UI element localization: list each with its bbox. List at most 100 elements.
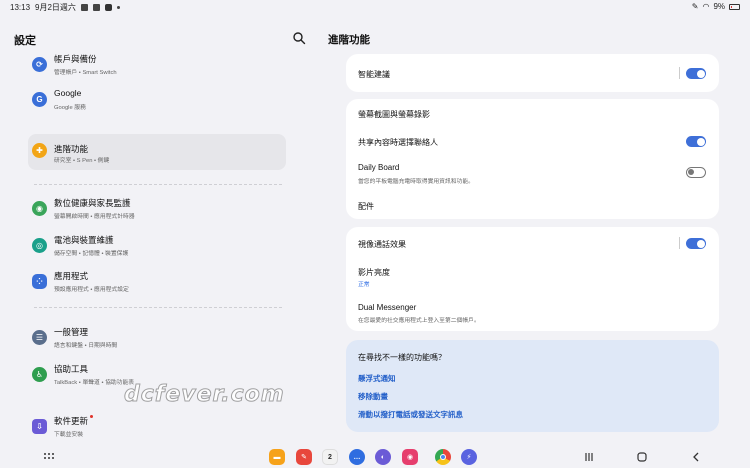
- sidebar-item-subtitle: 螢幕開啟時間 • 應用程式計時器: [54, 214, 135, 220]
- row-subtitle: 在您最愛的社交應用程式上登入至第二個帳戶。: [358, 318, 480, 324]
- plus-gear-icon: ✚: [32, 143, 47, 158]
- smart-suggestions-row[interactable]: 智能建議: [358, 54, 707, 92]
- video-call-effects-toggle[interactable]: [686, 238, 706, 249]
- camera-icon[interactable]: ◉: [402, 449, 418, 465]
- sidebar-item-apps[interactable]: ⁘ 應用程式 預設應用程式 • 應用程式設定: [28, 265, 286, 301]
- status-bar: 13:13 9月2日週六 ✎ ◠ 9%: [0, 0, 750, 14]
- row-title: 影片亮度: [358, 268, 390, 277]
- accessories-row[interactable]: 配件: [358, 193, 707, 217]
- sidebar-item-subtitle: 儲存空間 • 記憶體 • 裝置保護: [54, 251, 129, 257]
- settings-card: 視像通話效果 影片亮度 正常 Dual Messenger 在您最愛的社交應用程…: [346, 227, 719, 331]
- stylus-icon: ✎: [691, 2, 699, 11]
- suggestion-heading: 在尋找不一樣的功能嗎？: [358, 353, 446, 362]
- notes-icon[interactable]: ✎: [296, 449, 312, 465]
- suggestion-link-row[interactable]: 移除動畫: [358, 388, 707, 404]
- remove-animations-link[interactable]: 移除動畫: [358, 391, 388, 402]
- sidebar-item-title: 電池與裝置維護: [54, 235, 114, 245]
- suggestion-link-row[interactable]: 滑動以撥打電話或發送文字訊息: [358, 406, 707, 422]
- general-management-icon: ☰: [32, 330, 47, 345]
- sidebar-item-subtitle: 研究室 • S Pen • 側鍵: [54, 158, 110, 164]
- google-icon: G: [32, 92, 47, 107]
- row-title: 視像通話效果: [358, 240, 406, 249]
- sidebar-item-subtitle: 下載並安裝: [54, 432, 83, 438]
- home-icon[interactable]: [635, 450, 649, 464]
- sidebar-item-google[interactable]: G Google Google 服務: [28, 83, 286, 119]
- suggestion-heading-row: 在尋找不一樣的功能嗎？: [358, 340, 707, 366]
- smart-suggestions-toggle[interactable]: [686, 68, 706, 79]
- swipe-to-call-link[interactable]: 滑動以撥打電話或發送文字訊息: [358, 409, 463, 420]
- page-title: 設定: [14, 35, 36, 47]
- sidebar-item-title: 一般管理: [54, 327, 89, 337]
- row-title: Daily Board: [358, 163, 400, 172]
- device-care-icon: ◎: [32, 238, 47, 253]
- recent-apps-icon[interactable]: [582, 450, 596, 464]
- sidebar-item-subtitle: TalkBack • 單聲道 • 協助功能表: [54, 380, 135, 386]
- sidebar-item-battery-device-care[interactable]: ◎ 電池與裝置維護 儲存空間 • 記憶體 • 裝置保護: [28, 229, 286, 265]
- battery-icon: [729, 3, 740, 10]
- suggestion-link-row[interactable]: 懸浮式通知: [358, 370, 707, 386]
- gallery-notification-icon: [80, 4, 88, 11]
- calendar-icon[interactable]: 2: [322, 449, 338, 465]
- share-contacts-row[interactable]: 共享內容時選擇聯絡人: [358, 127, 707, 155]
- suggestion-card: 在尋找不一樣的功能嗎？ 懸浮式通知 移除動畫 滑動以撥打電話或發送文字訊息: [346, 340, 719, 432]
- row-title: 螢幕截圖與螢幕錄影: [358, 110, 430, 119]
- status-date: 9月2日週六: [35, 3, 76, 12]
- sidebar-item-subtitle: Google 服務: [54, 105, 86, 111]
- sidebar-item-title: 應用程式: [54, 271, 89, 281]
- calendar-day: 2: [328, 453, 332, 461]
- section-divider: [34, 184, 282, 185]
- messages-icon[interactable]: …: [349, 449, 365, 465]
- sync-icon: ⟳: [32, 57, 47, 72]
- dual-messenger-row[interactable]: Dual Messenger 在您最愛的社交應用程式上登入至第二個帳戶。: [358, 297, 707, 329]
- toggle-separator: [679, 67, 680, 79]
- screenshots-recorder-row[interactable]: 螢幕截圖與螢幕錄影: [358, 99, 707, 127]
- settings-card: 智能建議: [346, 54, 719, 92]
- sidebar-item-general-management[interactable]: ☰ 一般管理 語言和鍵盤 • 日期與時間: [28, 321, 286, 357]
- messenger-icon[interactable]: ⚡: [461, 449, 477, 465]
- battery-level: 9%: [713, 2, 725, 11]
- floating-notifications-link[interactable]: 懸浮式通知: [358, 373, 396, 384]
- row-value: 正常: [358, 282, 370, 288]
- sidebar-item-title-text: 軟件更新: [54, 416, 89, 426]
- sidebar-item-advanced-features[interactable]: ✚ 進階功能 研究室 • S Pen • 側鍵: [28, 134, 286, 170]
- status-time: 13:13: [10, 3, 31, 12]
- toggle-separator: [679, 237, 680, 249]
- settings-card: 螢幕截圖與螢幕錄影 共享內容時選擇聯絡人 Daily Board 當您的平板電腦…: [346, 99, 719, 219]
- sidebar-item-software-update[interactable]: ⇩ 軟件更新 下載並安裝: [28, 410, 286, 446]
- share-contacts-toggle[interactable]: [686, 136, 706, 147]
- section-divider: [34, 307, 282, 308]
- wellbeing-icon: ◉: [32, 201, 47, 216]
- sidebar-item-title: 協助工具: [54, 364, 89, 374]
- search-icon[interactable]: [292, 31, 306, 45]
- watermark: dcfever.com: [124, 382, 285, 408]
- sidebar-item-title: 進階功能: [54, 144, 89, 154]
- row-title: Dual Messenger: [358, 303, 417, 312]
- internet-icon[interactable]: ◐: [375, 449, 391, 465]
- wifi-icon: ◠: [702, 2, 710, 11]
- my-files-icon[interactable]: ▬: [269, 449, 285, 465]
- video-brightness-row[interactable]: 影片亮度 正常: [358, 261, 707, 293]
- row-title: 共享內容時選擇聯絡人: [358, 138, 438, 147]
- back-icon[interactable]: [689, 450, 703, 464]
- accessibility-icon: ♿: [32, 367, 47, 382]
- sidebar-item-title: 軟件更新: [54, 415, 94, 427]
- sidebar-item-title: 帳戶與備份: [54, 54, 97, 64]
- video-call-effects-row[interactable]: 視像通話效果: [358, 227, 707, 259]
- app-drawer-icon[interactable]: [42, 450, 56, 464]
- sidebar-item-digital-wellbeing[interactable]: ◉ 數位健康與家長監護 螢幕開啟時間 • 應用程式計時器: [28, 192, 286, 228]
- more-notifications-icon: [116, 6, 120, 9]
- check-notification-icon: [92, 4, 100, 11]
- sidebar-item-subtitle: 管理帳戶 • Smart Switch: [54, 70, 117, 76]
- sidebar-item-subtitle: 預設應用程式 • 應用程式設定: [54, 287, 129, 293]
- row-title: 智能建議: [358, 70, 390, 79]
- sidebar-item-accounts-backup[interactable]: ⟳ 帳戶與備份 管理帳戶 • Smart Switch: [28, 48, 286, 84]
- apps-icon: ⁘: [32, 274, 47, 289]
- daily-board-row[interactable]: Daily Board 當您的平板電腦充電時取得實用資訊和功能。: [358, 157, 707, 191]
- row-subtitle: 當您的平板電腦充電時取得實用資訊和功能。: [358, 179, 474, 185]
- navigation-bar: ▬ ✎ 2 … ◐ ◉ ⚡: [0, 446, 750, 468]
- sidebar-item-subtitle: 語言和鍵盤 • 日期與時間: [54, 343, 118, 349]
- software-update-icon: ⇩: [32, 419, 47, 434]
- detail-title: 進階功能: [328, 34, 370, 46]
- chrome-icon[interactable]: [435, 449, 451, 465]
- daily-board-toggle[interactable]: [686, 167, 706, 178]
